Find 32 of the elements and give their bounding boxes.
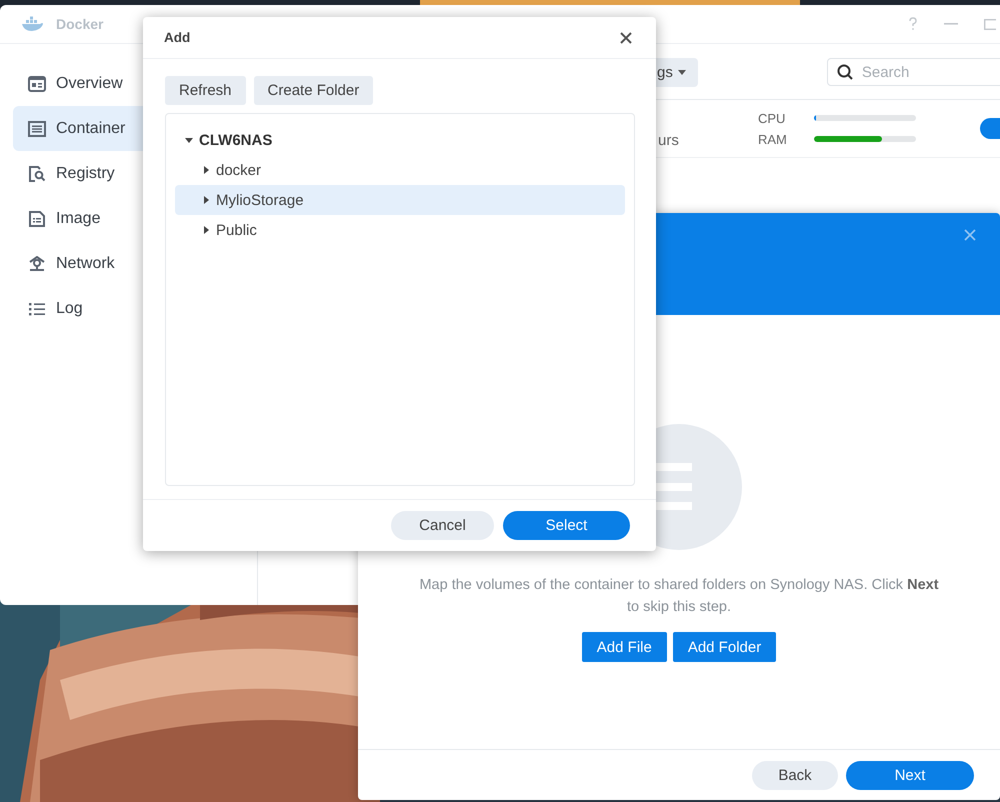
back-button[interactable]: Back [752,760,838,790]
next-button[interactable]: Next [846,760,974,790]
description-text: Map the volumes of the container to shared folders on Synology NAS. Click Next to skip this step. [418,576,940,617]
caret-icon [678,70,686,74]
tree-item[interactable]: docker [175,155,625,185]
tree-item[interactable]: Public [175,215,625,245]
toolbar-button[interactable]: Create Folder [254,76,374,105]
window-title: Docker [56,16,104,32]
dialog-title: Add [164,30,190,45]
caret-right-icon[interactable] [204,196,208,204]
metric-label: CPU [758,110,786,126]
list-icon [28,120,46,136]
search-icon [836,64,853,80]
caret-right-icon[interactable] [204,226,208,234]
select-button[interactable]: Select [503,511,630,540]
close-icon[interactable] [620,32,632,44]
dashboard-icon [28,76,46,92]
image-file-icon [28,210,46,226]
uptime-text: urs [658,132,680,149]
add-button[interactable]: Add File [582,632,667,662]
whale-icon [20,16,44,32]
toolbar-button[interactable]: Refresh [165,76,246,105]
metric-label: RAM [758,132,788,146]
list-icon [28,300,46,316]
caret-down-icon[interactable] [185,138,193,142]
search-field[interactable]: Search [826,58,1000,86]
caret-right-icon[interactable] [204,166,208,174]
network-icon [28,256,46,272]
add-button[interactable]: Add Folder [672,632,776,662]
search-document-icon [28,166,46,182]
tree-item[interactable]: MylioStorage [175,185,625,215]
cancel-button[interactable]: Cancel [391,511,494,540]
